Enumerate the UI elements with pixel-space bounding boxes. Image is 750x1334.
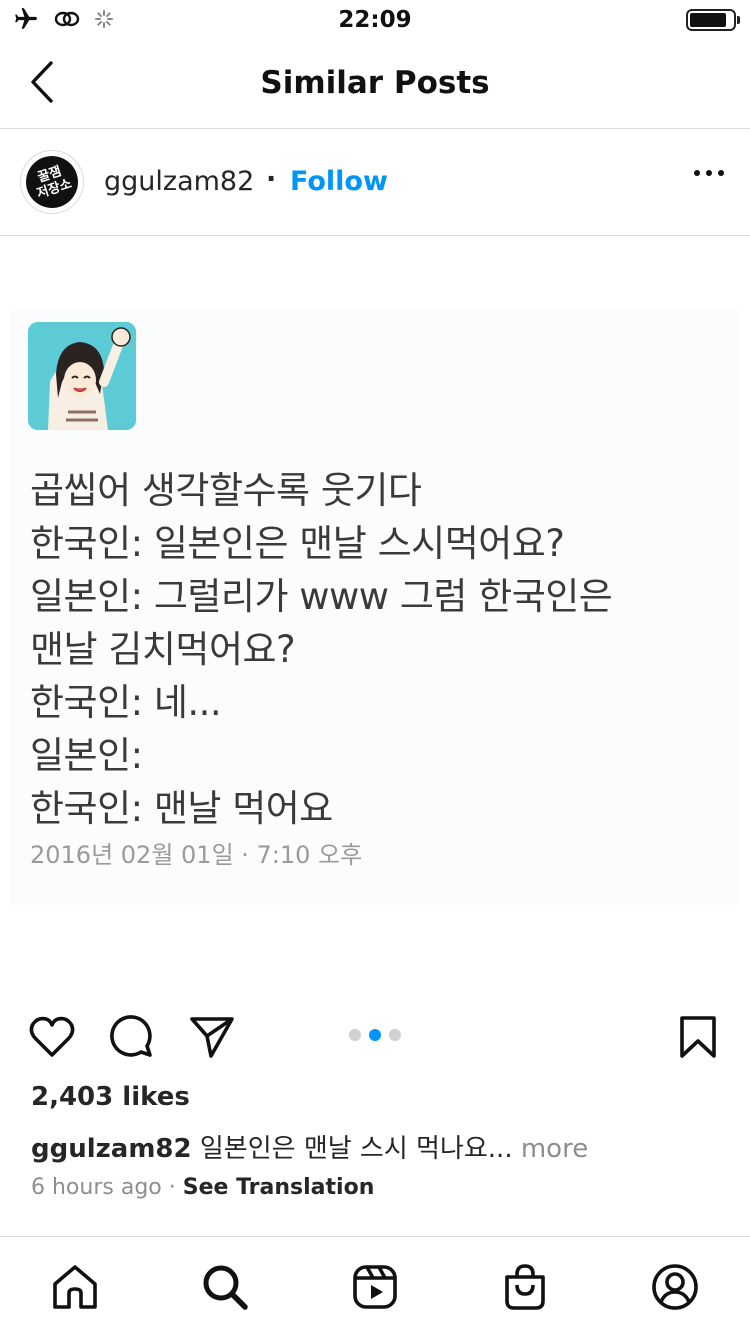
carousel-dot [349,1029,361,1041]
like-button[interactable] [28,1013,76,1061]
tweet-line: 한국인: 맨날 먹어요 [30,787,333,830]
likes-count[interactable]: 2,403 likes [31,1082,190,1112]
caption-text: 일본인은 맨날 스시 먹나요... [199,1134,513,1164]
carousel-indicator [349,1029,401,1041]
shop-icon [505,1264,545,1310]
comment-icon [110,1015,152,1057]
tweet-line: 맨날 김치먹어요? [30,628,296,671]
share-icon [190,1017,234,1058]
meta-separator: · [168,1175,176,1200]
tweet-date: 2016년 02월 01일 · 7:10 오후 [30,841,363,869]
avatar[interactable]: 꿀잼 저장소 [19,149,85,215]
tweet-line: 곱씹어 생각할수록 웃기다 [30,469,422,512]
avatar-logo: 꿀잼 저장소 [19,149,85,215]
heart-icon [29,1016,75,1057]
tab-search[interactable] [199,1261,251,1313]
tab-home[interactable] [49,1261,101,1313]
status-time: 22:09 [338,7,412,33]
page-title: Similar Posts [260,65,490,101]
see-translation-link[interactable]: See Translation [183,1175,375,1200]
tab-profile[interactable] [649,1261,701,1313]
caption-username[interactable]: ggulzam82 [31,1134,192,1164]
battery-icon [686,9,740,31]
post-header: 꿀잼 저장소 ggulzam82 · Follow [0,130,750,236]
nav-header: Similar Posts [0,40,750,129]
post-username[interactable]: ggulzam82 [104,166,254,197]
post-image[interactable]: 곱씹어 생각할수록 웃기다 한국인: 일본인은 맨날 스시먹어요? 일본인: 그… [0,237,750,989]
caption: ggulzam82 일본인은 맨날 스시 먹나요... more [31,1128,588,1165]
separator-dot: · [266,164,277,195]
tweet-screenshot: 곱씹어 생각할수록 웃기다 한국인: 일본인은 맨날 스시먹어요? 일본인: 그… [10,310,740,905]
carousel-dot-active [369,1029,381,1041]
tab-bar [0,1236,750,1334]
follow-button[interactable]: Follow [290,166,388,197]
tweet-avatar [28,322,136,430]
tweet-line: 일본인: 그럴리가 www 그럼 한국인은 [30,575,613,618]
post-actions [0,1005,750,1065]
more-options-button[interactable] [694,170,724,176]
profile-icon [652,1264,698,1310]
post-time-ago: 6 hours ago [31,1175,162,1200]
search-icon [203,1265,248,1310]
save-button[interactable] [674,1013,722,1061]
bookmark-icon [680,1016,716,1058]
tweet-line: 한국인: 네... [30,681,222,724]
battery-level [690,13,726,27]
caption-more-link[interactable]: more [521,1134,588,1164]
reels-icon [353,1265,397,1309]
avatar-logo-text: 꿀잼 저장소 [34,164,74,202]
tweet-line: 일본인: [30,734,143,777]
status-bar: 22:09 [0,0,750,40]
ellipsis-icon [694,170,700,176]
tweet-line: 한국인: 일본인은 맨날 스시먹어요? [30,522,565,565]
share-button[interactable] [188,1013,236,1061]
post-meta: 6 hours ago · See Translation [31,1175,374,1200]
tab-reels[interactable] [349,1261,401,1313]
comment-button[interactable] [108,1013,156,1061]
tab-shop[interactable] [499,1261,551,1313]
home-icon [53,1265,97,1309]
carousel-dot [389,1029,401,1041]
